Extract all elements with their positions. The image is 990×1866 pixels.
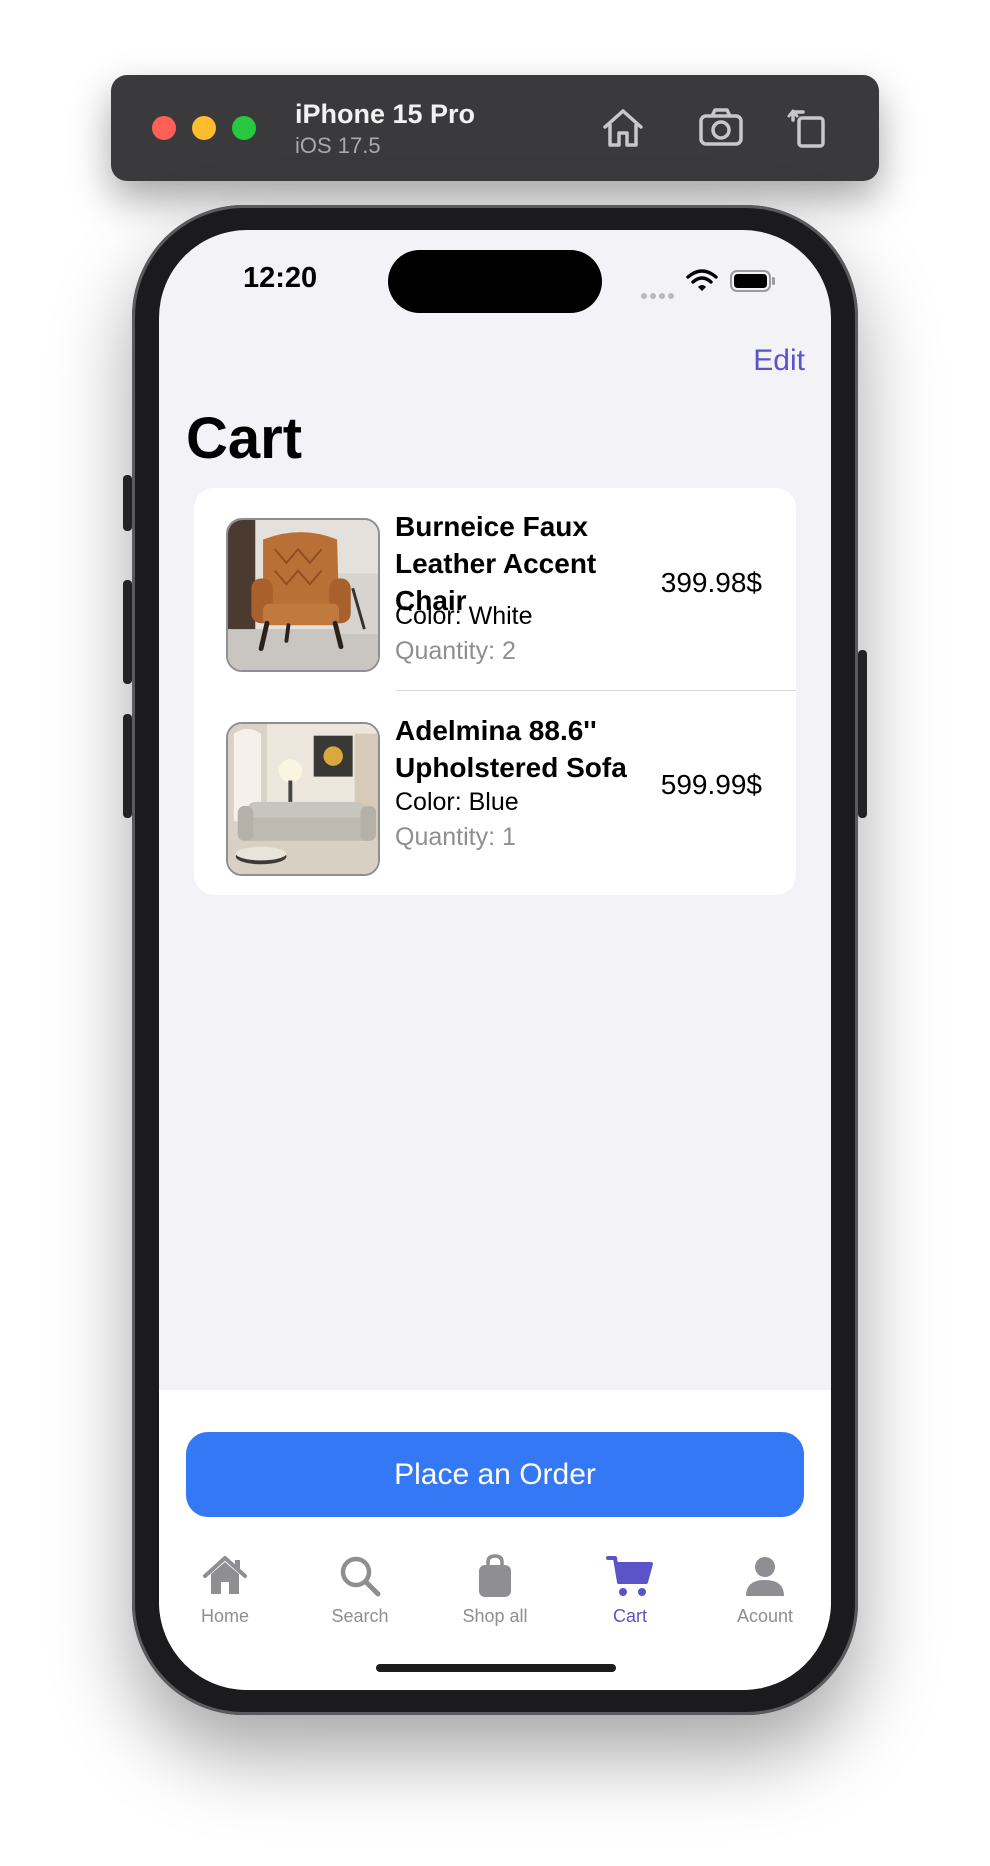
- os-version: iOS 17.5: [295, 133, 381, 158]
- edit-button[interactable]: Edit: [753, 344, 805, 378]
- tab-cart[interactable]: Cart: [565, 1552, 695, 1632]
- device-name: iPhone 15 Pro: [295, 99, 476, 129]
- simulator-toolbar: iPhone 15 Pro iOS 17.5: [111, 75, 879, 181]
- product-name-line: Upholstered Sofa: [395, 752, 627, 783]
- product-price: 399.98$: [660, 567, 762, 598]
- tab-label: Cart: [612, 1606, 647, 1626]
- tab-label: Home: [200, 1606, 249, 1626]
- tab-home[interactable]: Home: [160, 1552, 290, 1632]
- row-divider: [396, 690, 796, 691]
- bag-icon: [479, 1554, 511, 1597]
- rotate-button[interactable]: [783, 102, 835, 154]
- product-quantity: Quantity: 2: [395, 637, 516, 665]
- screenshot-button[interactable]: [695, 102, 747, 154]
- close-window-button[interactable]: [152, 116, 176, 140]
- tab-shop-all[interactable]: Shop all: [430, 1552, 560, 1632]
- tab-label: Shop all: [462, 1606, 528, 1626]
- product-image: [226, 518, 380, 672]
- battery-icon: [730, 270, 775, 292]
- minimize-window-button[interactable]: [192, 116, 216, 140]
- product-color: Color: Blue: [395, 788, 519, 816]
- page-title: Cart: [186, 406, 303, 471]
- upholstered-sofa-photo: [228, 724, 378, 874]
- product-color: Color: White: [395, 602, 533, 630]
- product-price: 599.99$: [660, 769, 762, 800]
- product-name-line: Burneice Faux: [395, 511, 588, 542]
- power-button: [858, 650, 867, 818]
- volume-up-button: [123, 580, 132, 684]
- cart-icon: [606, 1556, 653, 1596]
- magnifier-icon: [340, 1556, 381, 1597]
- tab-label: Acount: [736, 1606, 794, 1626]
- product-image: [226, 722, 380, 876]
- rotate-icon: [787, 109, 825, 148]
- leather-accent-chair-photo: [228, 520, 378, 670]
- status-time: 12:20: [243, 262, 318, 294]
- phone-screen: 12:20 Edit Cart Burneice Faux Leather Ac…: [159, 230, 831, 1690]
- zoom-window-button[interactable]: [232, 116, 256, 140]
- cart-list: Burneice Faux Leather Accent Chair Color…: [194, 488, 796, 895]
- volume-down-button: [123, 714, 132, 818]
- product-name-line: Adelmina 88.6'': [395, 715, 597, 746]
- place-order-button[interactable]: Place an Order: [186, 1432, 804, 1517]
- cart-item[interactable]: Burneice Faux Leather Accent Chair Color…: [194, 488, 796, 691]
- home-indicator[interactable]: [376, 1664, 616, 1672]
- action-button: [123, 475, 132, 531]
- home-icon: [603, 109, 643, 147]
- tab-search[interactable]: Search: [295, 1552, 425, 1632]
- camera-icon: [699, 108, 743, 146]
- product-name-line: Leather Accent: [395, 548, 597, 579]
- person-icon: [746, 1557, 784, 1596]
- product-name: Adelmina 88.6'' Upholstered Sofa: [395, 712, 627, 786]
- tab-label: Search: [331, 1606, 389, 1626]
- cellular-signal-icon: [641, 286, 677, 299]
- product-quantity: Quantity: 1: [395, 823, 516, 851]
- wifi-icon: [686, 269, 718, 291]
- house-icon: [203, 1556, 247, 1594]
- dynamic-island: [388, 250, 602, 313]
- bottom-panel: Place an Order Home Search Shop all Cart…: [159, 1390, 831, 1690]
- home-button[interactable]: [597, 102, 649, 154]
- cart-item[interactable]: Adelmina 88.6'' Upholstered Sofa Color: …: [194, 692, 796, 895]
- tab-account[interactable]: Acount: [700, 1552, 830, 1632]
